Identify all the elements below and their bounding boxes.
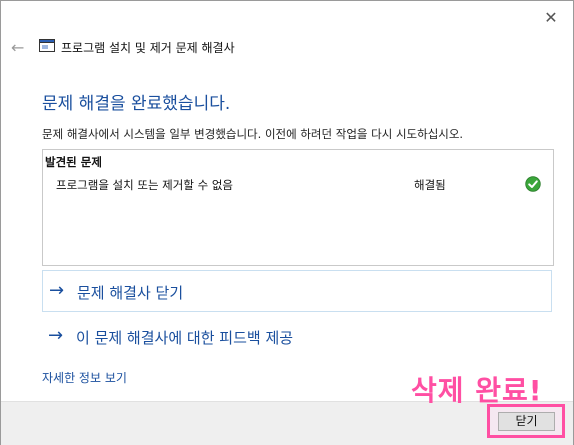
problem-name: 프로그램을 설치 또는 제거할 수 없음 [56, 178, 233, 192]
arrow-right-icon: → [49, 280, 65, 301]
troubleshooter-app-icon [39, 39, 55, 52]
back-arrow-icon[interactable]: ← [11, 38, 24, 57]
found-problems-panel: 발견된 문제 프로그램을 설치 또는 제거할 수 없음 해결됨 [42, 149, 554, 266]
close-troubleshooter-label: 문제 해결사 닫기 [77, 284, 184, 302]
view-details-link[interactable]: 자세한 정보 보기 [42, 369, 127, 386]
found-problems-header: 발견된 문제 [45, 155, 102, 169]
window-title: 프로그램 설치 및 제거 문제 해결사 [61, 41, 235, 55]
annotation-highlight: 닫기 [487, 404, 565, 438]
troubleshooter-window: ✕ ← 프로그램 설치 및 제거 문제 해결사 문제 해결을 완료했습니다. 문… [0, 0, 574, 445]
annotation-text: 삭제 완료! [411, 374, 543, 407]
arrow-right-icon: → [48, 325, 64, 346]
close-button[interactable]: 닫기 [498, 412, 555, 431]
feedback-link[interactable]: → 이 문제 해결사에 대한 피드백 제공 [42, 316, 552, 358]
close-troubleshooter-link[interactable]: → 문제 해결사 닫기 [42, 270, 552, 312]
feedback-label: 이 문제 해결사에 대한 피드백 제공 [76, 329, 294, 347]
problem-status: 해결됨 [414, 178, 446, 192]
page-heading: 문제 해결을 완료했습니다. [42, 94, 231, 114]
description-text: 문제 해결사에서 시스템을 일부 변경했습니다. 이전에 하려던 작업을 다시 … [42, 127, 464, 141]
check-icon [525, 176, 541, 192]
close-window-icon[interactable]: ✕ [541, 8, 561, 28]
